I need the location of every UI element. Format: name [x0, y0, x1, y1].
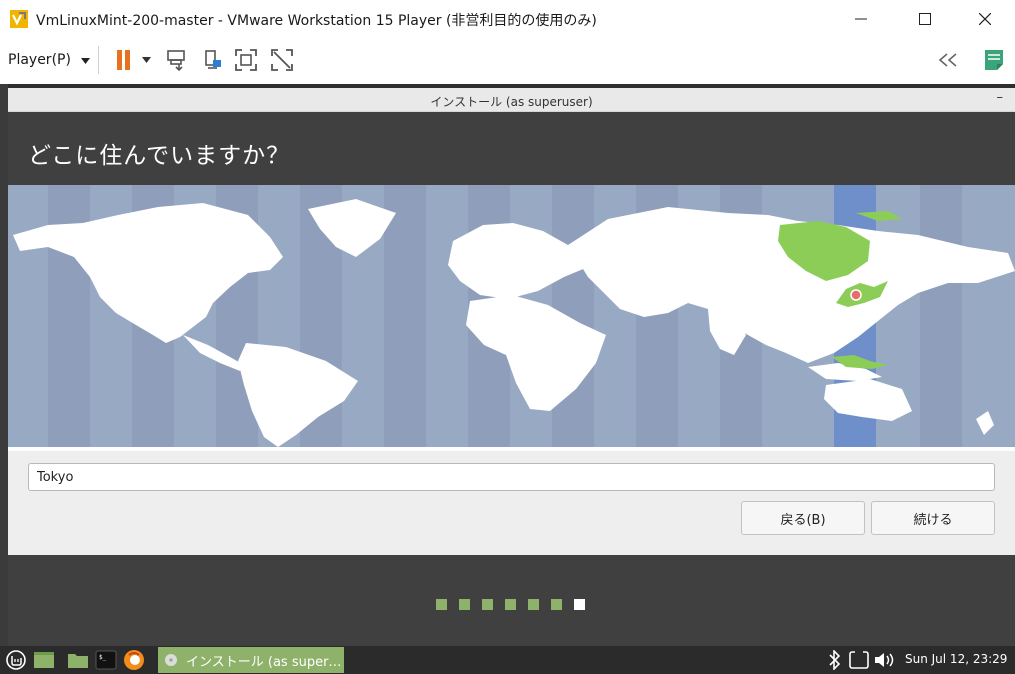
taskbar-item-installer[interactable]: インストール (as super…: [158, 647, 344, 673]
bluetooth-button[interactable]: [824, 649, 846, 671]
show-desktop-icon: [34, 652, 54, 668]
progress-step-dot: [482, 599, 493, 610]
progress-indicator: [436, 599, 585, 610]
close-icon: [979, 13, 991, 25]
installer-window: インストール (as superuser) – どこに住んでいますか？ Toky…: [8, 88, 1015, 646]
network-button[interactable]: [848, 649, 870, 671]
terminal-icon: $_: [95, 650, 117, 670]
bluetooth-icon: [829, 650, 841, 670]
maximize-icon: [919, 13, 931, 25]
taskbar: $_ インストール (as super… Sun Jul 12, 23:29: [0, 646, 1015, 674]
volume-button[interactable]: [874, 649, 896, 671]
send-ctrl-alt-del-button[interactable]: [163, 47, 191, 73]
progress-step-dot: [459, 599, 470, 610]
pause-icon: [117, 50, 130, 70]
installer-minimize-button[interactable]: –: [997, 90, 1004, 105]
guest-desktop: インストール (as superuser) – どこに住んでいますか？ Toky…: [0, 84, 1015, 674]
firefox-button[interactable]: [123, 649, 145, 671]
library-collapse-button[interactable]: [934, 47, 962, 73]
minimize-icon: [855, 18, 867, 20]
chevron-down-icon: [141, 57, 151, 63]
mint-menu-icon: [6, 650, 26, 670]
volume-icon: [875, 653, 894, 667]
close-button[interactable]: [962, 0, 1008, 38]
vmware-logo-icon: [9, 9, 29, 29]
clock[interactable]: Sun Jul 12, 23:29: [905, 652, 1007, 666]
firefox-icon: [124, 650, 144, 670]
installer-titlebar: インストール (as superuser) –: [8, 88, 1015, 112]
minimize-button[interactable]: [838, 0, 884, 38]
chevron-down-icon: [80, 52, 90, 68]
notes-button[interactable]: [980, 47, 1008, 73]
installer-window-title: インストール (as superuser): [430, 95, 593, 109]
fullscreen-icon: [235, 49, 257, 71]
mint-menu-button[interactable]: [5, 649, 27, 671]
show-desktop-button[interactable]: [33, 649, 55, 671]
files-button[interactable]: [67, 649, 89, 671]
page-title: どこに住んでいますか？: [28, 143, 291, 169]
continue-button[interactable]: 続ける: [871, 501, 995, 535]
progress-step-dot: [505, 599, 516, 610]
notes-icon: [985, 50, 1003, 70]
taskbar-item-label: インストール (as super…: [186, 654, 342, 670]
fullscreen-button[interactable]: [232, 47, 260, 73]
timezone-map[interactable]: [8, 185, 1015, 451]
removable-devices-button[interactable]: [199, 47, 227, 73]
progress-step-dot: [528, 599, 539, 610]
installer-header: どこに住んでいますか？: [8, 112, 1015, 185]
files-icon: [68, 654, 88, 668]
vmware-toolbar: Player(P): [0, 38, 1015, 82]
location-input[interactable]: [28, 463, 995, 491]
terminal-button[interactable]: $_: [95, 649, 117, 671]
location-pin-icon: [850, 289, 862, 301]
pause-dropdown[interactable]: [136, 47, 156, 73]
progress-step-dot: [551, 599, 562, 610]
installer-body: 戻る(B) 続ける: [8, 451, 1015, 555]
back-button[interactable]: 戻る(B): [741, 501, 865, 535]
player-menu-label: Player(P): [8, 52, 71, 68]
installer-footer: [8, 555, 1015, 646]
player-menu[interactable]: Player(P): [8, 48, 90, 72]
send-ctrl-alt-del-icon: [167, 50, 185, 72]
library-collapse-icon: [938, 53, 957, 67]
progress-step-dot: [574, 599, 585, 610]
toolbar-divider: [98, 46, 99, 74]
unity-icon: [271, 49, 293, 71]
pause-button[interactable]: [110, 47, 138, 73]
removable-devices-icon: [205, 50, 221, 69]
progress-step-dot: [436, 599, 447, 610]
window-title: VmLinuxMint-200-master - VMware Workstat…: [36, 13, 597, 29]
svg-text:$_: $_: [99, 654, 107, 661]
maximize-button[interactable]: [902, 0, 948, 38]
disc-icon: [165, 654, 177, 666]
network-icon: [849, 651, 869, 669]
unity-button[interactable]: [268, 47, 296, 73]
vmware-titlebar: VmLinuxMint-200-master - VMware Workstat…: [0, 0, 1015, 38]
desktop-edge: [0, 84, 8, 646]
